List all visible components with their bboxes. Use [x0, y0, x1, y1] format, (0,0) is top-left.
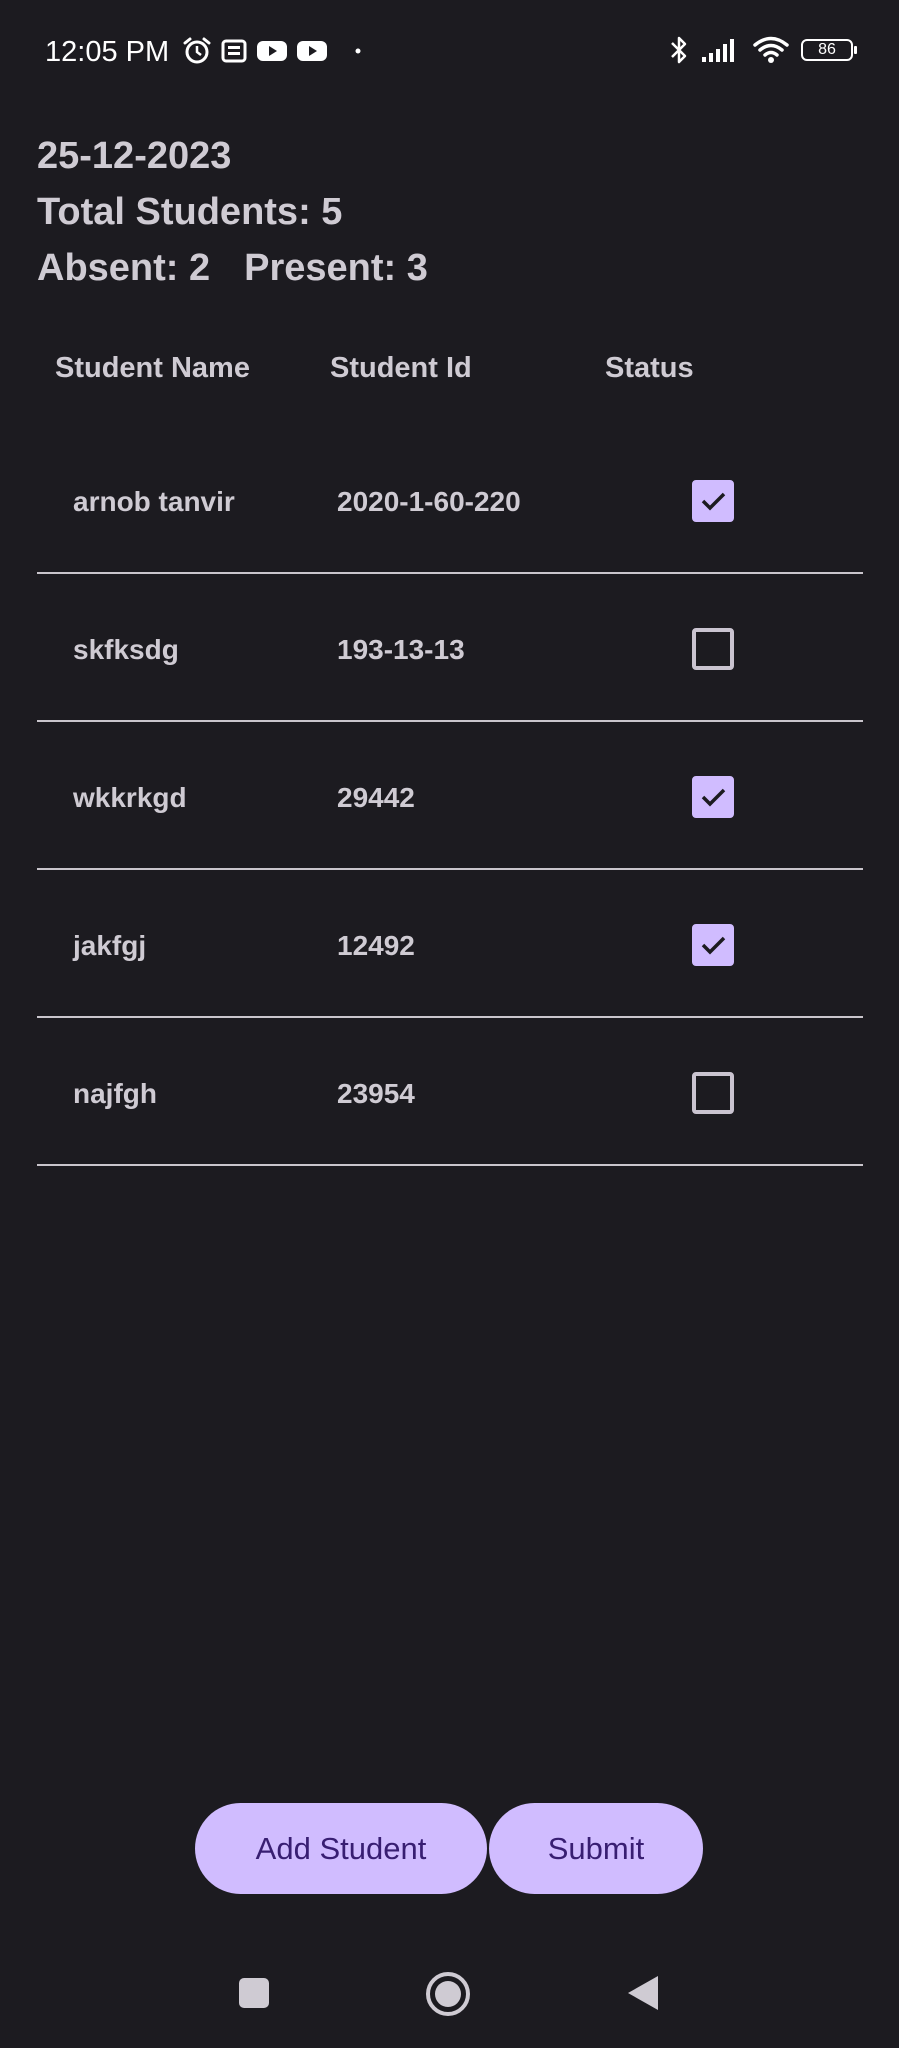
student-name: skfksdg — [73, 634, 179, 665]
table-header: Student Name Student Id Status — [0, 352, 899, 392]
column-header-status: Status — [605, 352, 694, 384]
check-icon — [701, 788, 726, 807]
status-checkbox[interactable] — [692, 776, 734, 818]
student-name: najfgh — [73, 1078, 157, 1109]
status-checkbox[interactable] — [692, 628, 734, 670]
student-id: 29442 — [337, 782, 415, 813]
attendance-summary: 25-12-2023 Total Students: 5 Absent: 2 Pr… — [37, 128, 462, 296]
student-row: skfksdg 193-13-13 — [37, 574, 863, 722]
student-name: wkkrkgd — [73, 782, 187, 813]
home-circle-icon[interactable] — [425, 1971, 471, 2022]
student-row: arnob tanvir 2020-1-60-220 — [37, 426, 863, 574]
present-count: Present: 3 — [244, 247, 428, 289]
status-checkbox[interactable] — [692, 1072, 734, 1114]
student-id: 2020-1-60-220 — [337, 486, 521, 517]
student-row: wkkrkgd 29442 — [37, 722, 863, 870]
student-name: jakfgj — [73, 930, 147, 961]
status-checkbox[interactable] — [692, 480, 734, 522]
dot-icon — [354, 47, 362, 55]
status-bar: 12:05 PM 86 — [0, 0, 899, 110]
check-icon — [701, 492, 726, 511]
battery-icon: 86 — [801, 39, 857, 61]
attendance-date: 25-12-2023 — [37, 135, 232, 177]
attendance-counts: Absent: 2 Present: 3 — [37, 240, 462, 296]
student-id: 193-13-13 — [337, 634, 465, 665]
youtube-icon — [256, 39, 288, 63]
bluetooth-icon — [669, 34, 689, 66]
recents-square-icon[interactable] — [237, 1976, 271, 2015]
signal-icon — [701, 37, 741, 63]
absent-count: Absent: 2 — [37, 247, 211, 289]
action-buttons: Add Student Submit — [195, 1803, 703, 1894]
student-id: 23954 — [337, 1078, 415, 1109]
navigation-bar — [0, 1960, 899, 2030]
status-icons-right: 86 — [669, 34, 857, 66]
student-id: 12492 — [337, 930, 415, 961]
student-row: jakfgj 12492 — [37, 870, 863, 1018]
total-students: Total Students: 5 — [37, 191, 343, 233]
wifi-icon — [753, 36, 789, 64]
back-triangle-icon[interactable] — [626, 1974, 660, 2017]
status-icons-left — [182, 36, 362, 66]
student-name: arnob tanvir — [73, 486, 235, 517]
student-row: najfgh 23954 — [37, 1018, 863, 1166]
column-header-name: Student Name — [55, 352, 250, 384]
youtube-icon — [296, 39, 328, 63]
submit-button[interactable]: Submit — [489, 1803, 703, 1894]
check-icon — [701, 936, 726, 955]
add-student-button[interactable]: Add Student — [195, 1803, 487, 1894]
status-time: 12:05 PM — [45, 36, 170, 68]
column-header-id: Student Id — [330, 352, 472, 384]
news-icon — [220, 37, 248, 65]
alarm-icon — [182, 36, 212, 66]
student-list: arnob tanvir 2020-1-60-220 skfksdg 193-1… — [37, 426, 863, 1166]
status-checkbox[interactable] — [692, 924, 734, 966]
